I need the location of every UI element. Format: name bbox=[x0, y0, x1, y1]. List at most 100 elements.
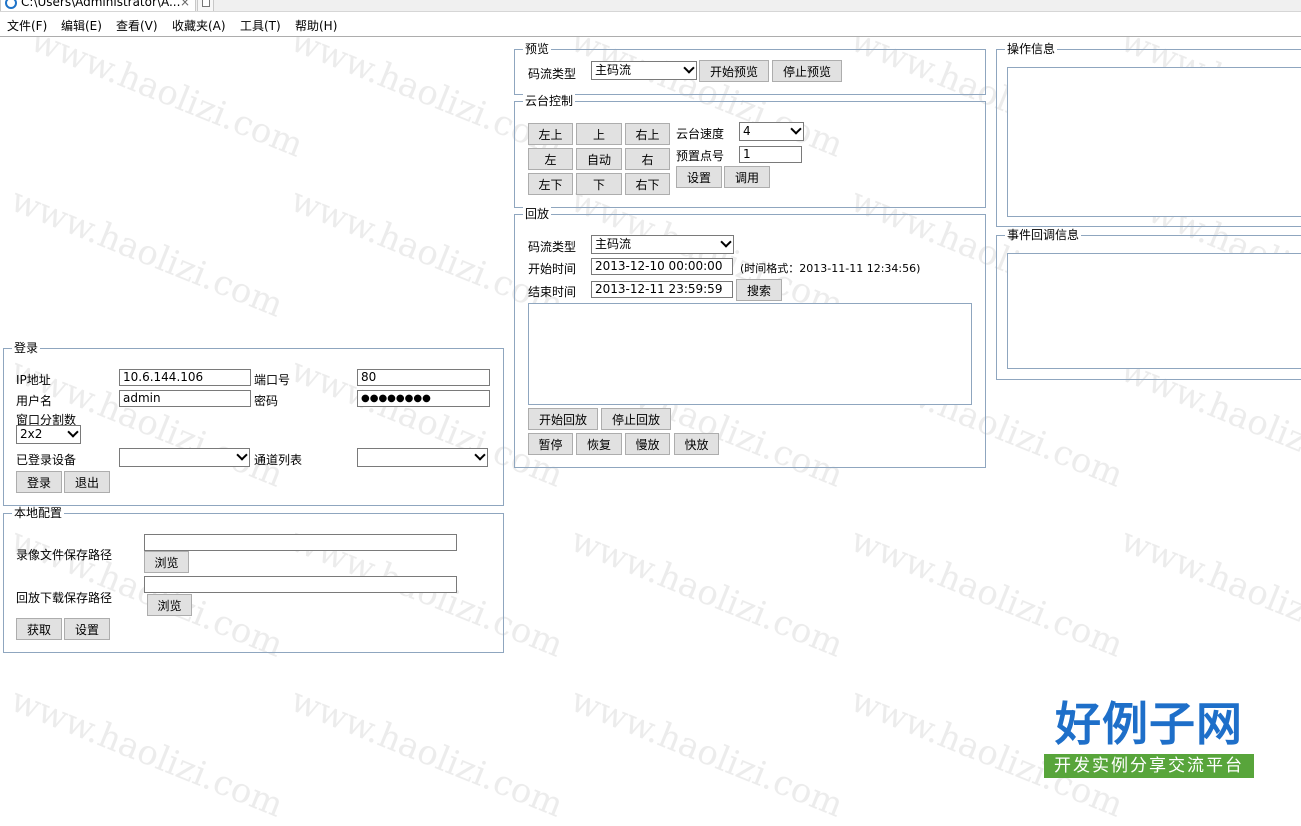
event-callback-legend: 事件回调信息 bbox=[1005, 228, 1082, 242]
preview-legend: 预览 bbox=[523, 42, 552, 56]
operation-info-fieldset: 操作信息 bbox=[996, 42, 1301, 227]
download-path-label: 回放下载保存路径 bbox=[16, 591, 113, 605]
preview-stream-value: 主码流 bbox=[595, 63, 632, 77]
channels-label: 通道列表 bbox=[254, 453, 303, 467]
ptz-up-left-button[interactable]: 左上 bbox=[528, 123, 573, 145]
login-button[interactable]: 登录 bbox=[16, 471, 62, 493]
username-label: 用户名 bbox=[16, 394, 53, 408]
devices-select[interactable] bbox=[119, 448, 250, 467]
chevron-down-icon bbox=[474, 449, 486, 461]
preset-set-button[interactable]: 设置 bbox=[676, 166, 722, 188]
ptz-speed-value: 4 bbox=[743, 124, 751, 138]
playback-legend: 回放 bbox=[523, 207, 552, 221]
watermark: www.haolizi.com bbox=[845, 520, 1129, 666]
password-input[interactable]: ●●●●●●●● bbox=[357, 390, 490, 407]
menu-help[interactable]: 帮助(H) bbox=[295, 17, 337, 34]
menu-edit[interactable]: 编辑(E) bbox=[61, 17, 102, 34]
ptz-speed-select[interactable]: 4 bbox=[739, 122, 804, 141]
channels-select[interactable] bbox=[357, 448, 488, 467]
playback-stream-value: 主码流 bbox=[595, 237, 632, 251]
menu-file[interactable]: 文件(F) bbox=[7, 17, 47, 34]
event-callback-log[interactable] bbox=[1007, 253, 1301, 369]
preset-call-button[interactable]: 调用 bbox=[724, 166, 770, 188]
tab-title: C:\Users\Administrator\A... bbox=[21, 0, 181, 9]
menu-view[interactable]: 查看(V) bbox=[116, 17, 158, 34]
login-legend: 登录 bbox=[12, 341, 41, 355]
port-label: 端口号 bbox=[254, 373, 291, 387]
browser-tab[interactable]: C:\Users\Administrator\A... × bbox=[0, 0, 196, 11]
logout-button[interactable]: 退出 bbox=[64, 471, 110, 493]
ie-icon bbox=[5, 0, 17, 9]
logo-title: 好例子网 bbox=[1055, 697, 1243, 751]
preset-label: 预置点号 bbox=[676, 149, 725, 163]
playback-stream-select[interactable]: 主码流 bbox=[591, 235, 734, 254]
preview-stream-label: 码流类型 bbox=[528, 67, 577, 81]
watermark: www.haolizi.com bbox=[1115, 520, 1301, 666]
ptz-up-right-button[interactable]: 右上 bbox=[625, 123, 670, 145]
time-format-hint: (时间格式：2013-11-11 12:34:56) bbox=[740, 262, 921, 275]
ptz-speed-label: 云台速度 bbox=[676, 127, 725, 141]
get-config-button[interactable]: 获取 bbox=[16, 618, 62, 640]
search-result-list[interactable] bbox=[528, 303, 972, 405]
menu-favorites[interactable]: 收藏夹(A) bbox=[172, 17, 226, 34]
ptz-down-left-button[interactable]: 左下 bbox=[528, 173, 573, 195]
menu-tools[interactable]: 工具(T) bbox=[240, 17, 281, 34]
split-select[interactable]: 2x2 bbox=[16, 425, 81, 444]
close-tab-icon[interactable]: × bbox=[180, 0, 190, 10]
operation-info-legend: 操作信息 bbox=[1005, 42, 1058, 56]
set-config-button[interactable]: 设置 bbox=[64, 618, 110, 640]
chevron-down-icon bbox=[720, 236, 732, 248]
operation-info-log[interactable] bbox=[1007, 67, 1301, 217]
devices-label: 已登录设备 bbox=[16, 453, 77, 467]
local-config-fieldset: 本地配置 录像文件保存路径 浏览 回放下载保存路径 浏览 获取 设置 bbox=[3, 506, 504, 653]
start-playback-button[interactable]: 开始回放 bbox=[528, 408, 598, 430]
watermark: www.haolizi.com bbox=[25, 20, 309, 166]
start-time-input[interactable]: 2013-12-10 00:00:00 bbox=[591, 258, 733, 275]
new-tab-button[interactable] bbox=[197, 0, 214, 11]
logo-subtitle: 开发实例分享交流平台 bbox=[1044, 754, 1254, 778]
watermark: www.haolizi.com bbox=[285, 680, 569, 826]
ptz-right-button[interactable]: 右 bbox=[625, 148, 670, 170]
local-config-legend: 本地配置 bbox=[12, 506, 65, 520]
record-browse-button[interactable]: 浏览 bbox=[144, 551, 189, 573]
download-path-input[interactable] bbox=[144, 576, 457, 593]
ptz-auto-button[interactable]: 自动 bbox=[576, 148, 622, 170]
playback-stream-label: 码流类型 bbox=[528, 240, 577, 254]
browser-tab-bar: C:\Users\Administrator\A... × bbox=[0, 0, 1301, 12]
resume-button[interactable]: 恢复 bbox=[576, 433, 622, 455]
ptz-left-button[interactable]: 左 bbox=[528, 148, 573, 170]
stop-preview-button[interactable]: 停止预览 bbox=[772, 60, 842, 82]
chevron-down-icon bbox=[683, 62, 695, 74]
event-callback-fieldset: 事件回调信息 bbox=[996, 228, 1301, 380]
start-time-label: 开始时间 bbox=[528, 262, 577, 276]
split-value: 2x2 bbox=[20, 427, 43, 441]
stop-playback-button[interactable]: 停止回放 bbox=[601, 408, 671, 430]
watermark: www.haolizi.com bbox=[5, 180, 289, 326]
preset-input[interactable]: 1 bbox=[739, 146, 802, 163]
ip-label: IP地址 bbox=[16, 373, 51, 387]
username-input[interactable]: admin bbox=[119, 390, 251, 407]
download-browse-button[interactable]: 浏览 bbox=[147, 594, 192, 616]
playback-fieldset: 回放 码流类型 主码流 开始时间 2013-12-10 00:00:00 (时间… bbox=[514, 207, 986, 468]
slow-button[interactable]: 慢放 bbox=[625, 433, 670, 455]
record-path-label: 录像文件保存路径 bbox=[16, 548, 113, 562]
menu-bar: 文件(F) 编辑(E) 查看(V) 收藏夹(A) 工具(T) 帮助(H) bbox=[0, 12, 1301, 37]
chevron-down-icon bbox=[67, 426, 79, 438]
end-time-input[interactable]: 2013-12-11 23:59:59 bbox=[591, 281, 733, 298]
record-path-input[interactable] bbox=[144, 534, 457, 551]
fast-button[interactable]: 快放 bbox=[674, 433, 719, 455]
ptz-down-button[interactable]: 下 bbox=[576, 173, 622, 195]
ip-input[interactable]: 10.6.144.106 bbox=[119, 369, 251, 386]
search-button[interactable]: 搜索 bbox=[736, 279, 782, 301]
end-time-label: 结束时间 bbox=[528, 285, 577, 299]
site-logo: 好例子网 开发实例分享交流平台 bbox=[1042, 698, 1256, 782]
ptz-up-button[interactable]: 上 bbox=[576, 123, 622, 145]
preview-stream-select[interactable]: 主码流 bbox=[591, 61, 697, 80]
port-input[interactable]: 80 bbox=[357, 369, 490, 386]
start-preview-button[interactable]: 开始预览 bbox=[699, 60, 769, 82]
ptz-legend: 云台控制 bbox=[523, 94, 576, 108]
login-fieldset: 登录 IP地址 10.6.144.106 端口号 80 用户名 admin 密码… bbox=[3, 341, 504, 506]
chevron-down-icon bbox=[236, 449, 248, 461]
pause-button[interactable]: 暂停 bbox=[528, 433, 573, 455]
ptz-down-right-button[interactable]: 右下 bbox=[625, 173, 670, 195]
